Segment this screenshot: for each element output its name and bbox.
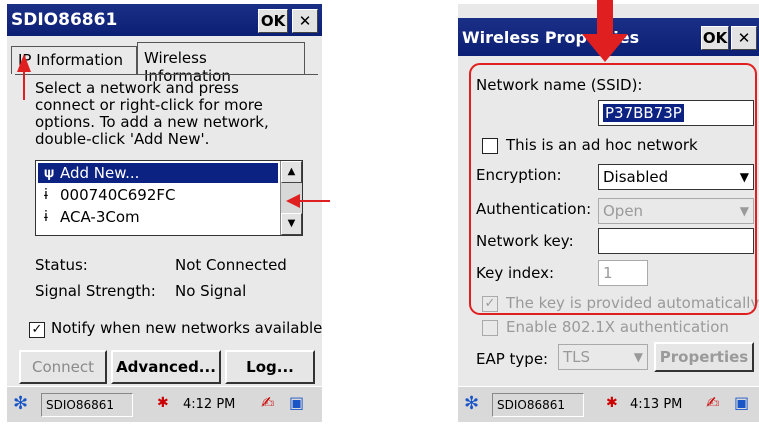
ssid-value: P37BB73P [603,104,684,122]
properties-button[interactable]: Properties [654,342,754,372]
adhoc-label: This is an ad hoc network [506,136,698,154]
eap-type-value: TLS [563,348,591,366]
network-label: ACA-3Com [60,208,140,226]
status-label: Status: [35,256,88,274]
key-auto-label: The key is provided automatically [506,294,759,312]
left-ok-button[interactable]: OK [258,9,288,33]
start-icon[interactable]: ✻ [464,393,479,414]
key-index-input[interactable]: 1 [598,260,648,286]
signal-icon: ɨ [44,187,48,203]
key-index-label: Key index: [476,264,555,282]
left-device-screen: SDIO86861 OK ✕ IP Information Wireless I… [7,4,322,422]
clock-text: 4:12 PM [183,397,236,412]
clock-text: 4:13 PM [630,397,683,412]
list-item[interactable]: 𝛙 Add New... [38,163,278,183]
taskbar-app-button[interactable]: SDIO86861 [492,393,584,417]
signal-strength-value: No Signal [175,282,247,300]
status-value: Not Connected [175,256,287,274]
start-icon[interactable]: ✻ [13,393,28,414]
network-label: Add New... [60,164,140,182]
authentication-label: Authentication: [476,200,592,218]
network-key-input[interactable] [598,228,754,254]
network-status-icon: ✱ [157,395,169,411]
authentication-value: Open [603,202,644,220]
sync-icon: ✍ [261,393,275,412]
ssid-label: Network name (SSID): [476,76,643,94]
signal-strength-label: Signal Strength: [35,282,156,300]
scroll-up-icon[interactable]: ▲ [281,161,302,183]
ssid-input[interactable]: P37BB73P [598,100,754,126]
left-taskbar: ✻ SDIO86861 ✱ 4:12 PM ✍ ▣ [7,386,322,422]
right-ok-button[interactable]: OK [701,26,729,50]
windows-icon[interactable]: ▣ [289,393,304,412]
list-item[interactable]: ɨ ACA-3Com [38,207,278,227]
notify-checkbox[interactable]: ✓ [29,322,45,338]
advanced-button[interactable]: Advanced... [111,350,221,384]
chevron-down-icon: ▼ [739,170,749,184]
dot1x-label: Enable 802.1X authentication [506,318,729,336]
network-list[interactable]: 𝛙 Add New... ɨ 000740C692FC ɨ ACA-3Com ▲… [35,160,303,236]
chevron-down-icon: ▼ [633,350,643,364]
right-device-screen: Wireless Properties OK ✕ Network name (S… [458,4,759,422]
eap-type-label: EAP type: [476,350,549,368]
chevron-down-icon: ▼ [739,204,749,218]
list-item[interactable]: ɨ 000740C692FC [38,185,278,205]
adhoc-checkbox[interactable] [482,138,498,154]
right-title-bar: Wireless Properties OK ✕ [458,18,759,56]
taskbar-app-button[interactable]: SDIO86861 [41,393,133,417]
tab-wireless-information[interactable]: Wireless Information [137,42,305,85]
tab-ip-information[interactable]: IP Information [11,46,137,74]
left-window-title: SDIO86861 [11,10,118,30]
eap-type-dropdown[interactable]: TLS ▼ [558,344,648,370]
left-title-bar: SDIO86861 OK ✕ [7,4,322,36]
notify-label: Notify when new networks available [51,319,322,337]
encryption-label: Encryption: [476,166,562,184]
network-label: 000740C692FC [60,186,176,204]
encryption-dropdown[interactable]: Disabled ▼ [598,164,754,190]
instructions-text: Select a network and press connect or ri… [35,79,269,148]
authentication-dropdown[interactable]: Open ▼ [598,198,754,224]
network-status-icon: ✱ [606,395,618,411]
list-scrollbar[interactable]: ▲ ▼ [280,161,302,235]
connect-button[interactable]: Connect [19,350,107,384]
log-button[interactable]: Log... [225,350,315,384]
signal-icon: ɨ [44,209,48,225]
right-close-button[interactable]: ✕ [731,26,757,50]
key-auto-checkbox[interactable]: ✓ [482,296,498,312]
sync-icon: ✍ [706,393,720,412]
scroll-down-icon[interactable]: ▼ [281,213,302,235]
left-close-button[interactable]: ✕ [292,9,318,33]
right-window-title: Wireless Properties [462,28,640,47]
encryption-value: Disabled [603,168,669,186]
windows-icon[interactable]: ▣ [734,393,749,412]
dot1x-checkbox[interactable] [482,320,498,336]
right-taskbar: ✻ SDIO86861 ✱ 4:13 PM ✍ ▣ [458,386,759,422]
network-key-label: Network key: [476,232,574,250]
antenna-icon: 𝛙 [44,165,55,181]
